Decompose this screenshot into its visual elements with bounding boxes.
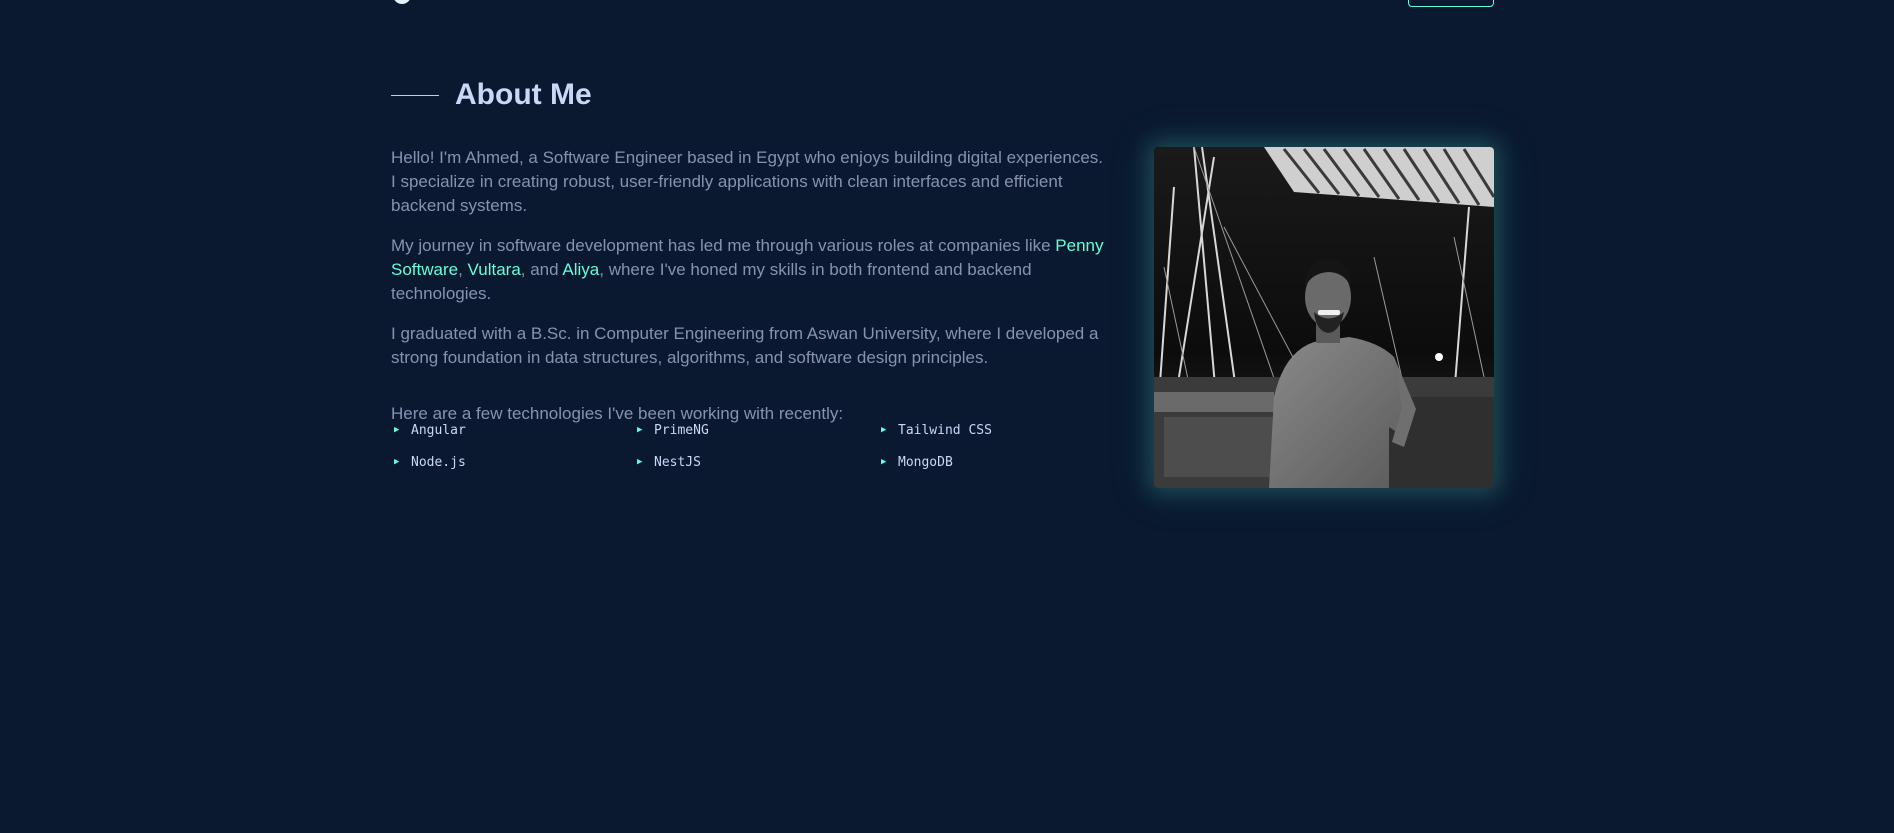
separator: , and [520,260,563,279]
triangle-right-icon: ▶ [394,457,400,467]
separator: , [458,260,468,279]
list-item: ▶ PrimeNG [634,420,878,440]
section-title: About Me [455,78,592,111]
triangle-right-icon: ▶ [881,457,887,467]
technology-list: ▶ Angular ▶ PrimeNG ▶ Tailwind CSS ▶ Node.js… [391,420,1121,472]
about-paragraph-intro: Hello! I'm Ahmed, a Software Engineer ba… [391,148,1103,215]
about-paragraph-journey: My journey in software development has l… [391,234,1111,306]
list-item: ▶ MongoDB [878,452,1121,472]
company-link-aliya[interactable]: Aliya [562,260,599,279]
list-item: ▶ Tailwind CSS [878,420,1121,440]
tech-label: Node.js [411,454,466,470]
tech-label: NestJS [654,454,701,470]
about-text: Hello! I'm Ahmed, a Software Engineer ba… [391,146,1111,426]
section-header: About Me [391,78,592,112]
profile-photo[interactable] [1154,147,1494,488]
about-paragraph-education: I graduated with a B.Sc. in Computer Eng… [391,324,1099,367]
list-item: ▶ Node.js [391,452,634,472]
triangle-right-icon: ▶ [637,425,643,435]
tech-label: PrimeNG [654,422,709,438]
triangle-right-icon: ▶ [394,425,400,435]
triangle-right-icon: ▶ [637,457,643,467]
header-divider [391,94,439,96]
tech-label: Tailwind CSS [898,422,992,438]
list-item: ▶ NestJS [634,452,878,472]
tech-label: Angular [411,422,466,438]
list-item: ▶ Angular [391,420,634,440]
profile-photo-image [1154,147,1494,488]
logo-icon[interactable] [393,0,411,4]
journey-text-start: My journey in software development has l… [391,236,1056,255]
triangle-right-icon: ▶ [881,425,887,435]
company-link-vultara[interactable]: Vultara [468,260,521,279]
tech-label: MongoDB [898,454,953,470]
about-page: About Me Hello! I'm Ahmed, a Software En… [0,0,1894,833]
resume-button[interactable] [1408,0,1494,7]
